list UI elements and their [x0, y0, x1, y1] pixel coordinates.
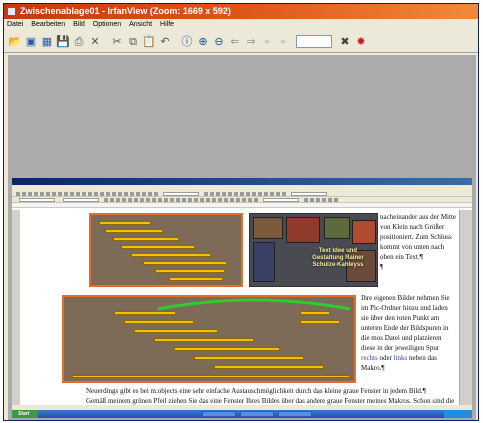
word-ruler [12, 203, 472, 208]
last-page-icon[interactable]: ▫ [276, 35, 290, 49]
first-page-icon[interactable]: ▫ [260, 35, 274, 49]
print-icon[interactable]: ⎙ [72, 35, 86, 49]
collage-caption: Text Idee und Gestaltung Rainer Schulze-… [312, 248, 364, 268]
copy-icon[interactable]: ⧉ [126, 35, 140, 49]
pilcrow: ¶ [380, 263, 384, 271]
right-column-1-text: nacheinander aus der Mitte von Klein nac… [380, 213, 456, 261]
paragraph-1: Neuerdings gibt es bei m.objects eine se… [86, 387, 426, 395]
delete-icon[interactable]: ✕ [88, 35, 102, 49]
timeline-image-2 [62, 295, 356, 383]
zoom-out-icon[interactable]: ⊖ [212, 35, 226, 49]
zoom-input[interactable] [296, 35, 332, 48]
timeline-image-1 [89, 213, 243, 287]
menu-optionen[interactable]: Optionen [90, 19, 124, 31]
cut-icon[interactable]: ✂ [110, 35, 124, 49]
open-icon[interactable]: 📂 [8, 35, 22, 49]
irfanview-app-icon[interactable] [7, 7, 16, 16]
right-column-2-text-a: Ihre eigenen Bilder nehmen Sie im Pic-Or… [361, 294, 450, 352]
window-title: Zwischenablage01 - IrfanView (Zoom: 1669… [20, 6, 231, 16]
save-icon[interactable]: 💾 [56, 35, 70, 49]
text-right-column-2: Ihre eigenen Bilder nehmen Sie im Pic-Or… [361, 293, 456, 373]
settings-icon[interactable]: ✖ [338, 35, 352, 49]
system-tray [444, 410, 472, 418]
zoom-in-icon[interactable]: ⊕ [196, 35, 210, 49]
menu-bearbeiten[interactable]: Bearbeiten [28, 19, 68, 31]
green-arrow-icon [157, 298, 351, 311]
menu-hilfe[interactable]: Hilfe [157, 19, 177, 31]
prev-icon[interactable]: ⇐ [228, 35, 242, 49]
menu-bar: Datei Bearbeiten Bild Optionen Ansicht H… [4, 19, 478, 31]
word-title-bar [12, 178, 472, 185]
toolbar: 📂 ▣ ▦ 💾 ⎙ ✕ ✂ ⧉ 📋 ↶ ⓘ ⊕ ⊖ ⇐ ⇒ ▫ ▫ ✖ ✸ [4, 31, 478, 53]
link-rechts[interactable]: rechts [361, 354, 378, 362]
collage-image: Text Idee und Gestaltung Rainer Schulze-… [249, 213, 378, 287]
undo-icon[interactable]: ↶ [158, 35, 172, 49]
menu-bild[interactable]: Bild [70, 19, 88, 31]
irfanview-window: Zwischenablage01 - IrfanView (Zoom: 1669… [3, 3, 479, 421]
window-title-bar[interactable]: Zwischenablage01 - IrfanView (Zoom: 1669… [4, 4, 478, 19]
menu-datei[interactable]: Datei [4, 19, 26, 31]
word-page: Text Idee und Gestaltung Rainer Schulze-… [20, 210, 460, 418]
windows-taskbar: Start [12, 410, 472, 418]
word-screenshot-image: Text Idee und Gestaltung Rainer Schulze-… [12, 178, 472, 418]
taskbar-item[interactable] [240, 411, 274, 417]
start-button[interactable]: Start [12, 410, 38, 418]
paste-icon[interactable]: 📋 [142, 35, 156, 49]
taskbar-item[interactable] [278, 411, 312, 417]
next-icon[interactable]: ⇒ [244, 35, 258, 49]
info-icon[interactable]: ⓘ [180, 35, 194, 49]
taskbar-item[interactable] [202, 411, 236, 417]
word-document-area: Text Idee und Gestaltung Rainer Schulze-… [12, 210, 472, 418]
irfanview-logo-icon[interactable]: ✸ [354, 35, 368, 49]
text-right-column-1: nacheinander aus der Mitte von Klein nac… [380, 212, 456, 272]
image-canvas[interactable]: Text Idee und Gestaltung Rainer Schulze-… [8, 55, 476, 420]
right-column-2-text-b: oder [377, 354, 394, 362]
thumbnails-icon[interactable]: ▦ [40, 35, 54, 49]
slideshow-icon[interactable]: ▣ [24, 35, 38, 49]
menu-ansicht[interactable]: Ansicht [126, 19, 155, 31]
link-links[interactable]: links [394, 354, 408, 362]
